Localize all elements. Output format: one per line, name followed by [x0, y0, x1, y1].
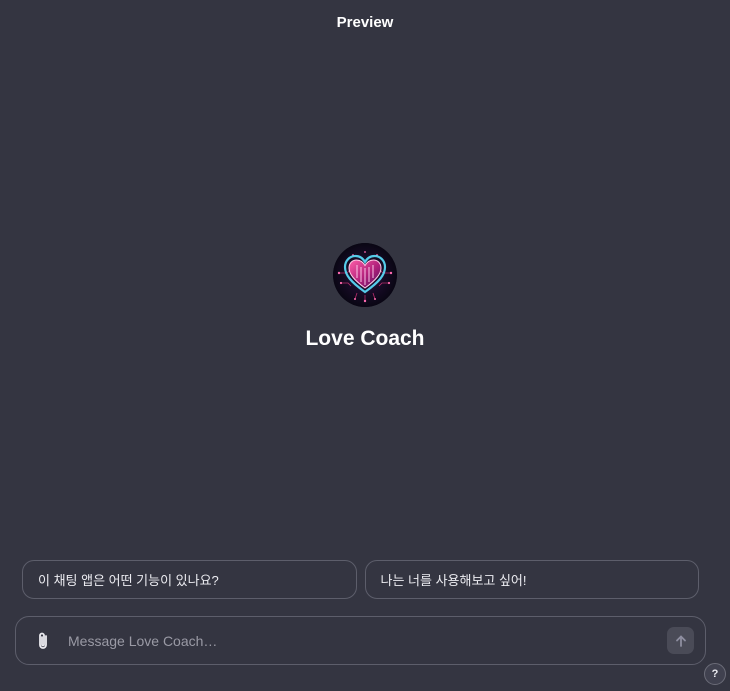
gpt-name: Love Coach	[305, 327, 425, 350]
gpt-profile: Love Coach	[0, 243, 730, 351]
avatar	[333, 243, 397, 307]
neon-heart-circuit-icon	[333, 243, 397, 307]
preview-pane: Preview Love Coach 이 채팅 앱은 어떤 기능이 있나요? 나…	[0, 0, 730, 691]
conversation-starters: 이 채팅 앱은 어떤 기능이 있나요? 나는 너를 사용해보고 싶어!	[22, 560, 699, 599]
paperclip-icon[interactable]	[32, 630, 54, 652]
message-composer	[15, 616, 706, 665]
message-input[interactable]	[66, 631, 667, 650]
send-button[interactable]	[667, 627, 694, 654]
starter-button[interactable]: 이 채팅 앱은 어떤 기능이 있나요?	[22, 560, 357, 599]
starter-button[interactable]: 나는 너를 사용해보고 싶어!	[364, 560, 699, 599]
help-button[interactable]: ?	[704, 663, 726, 685]
arrow-up-icon	[675, 635, 686, 647]
page-title: Preview	[336, 14, 394, 31]
